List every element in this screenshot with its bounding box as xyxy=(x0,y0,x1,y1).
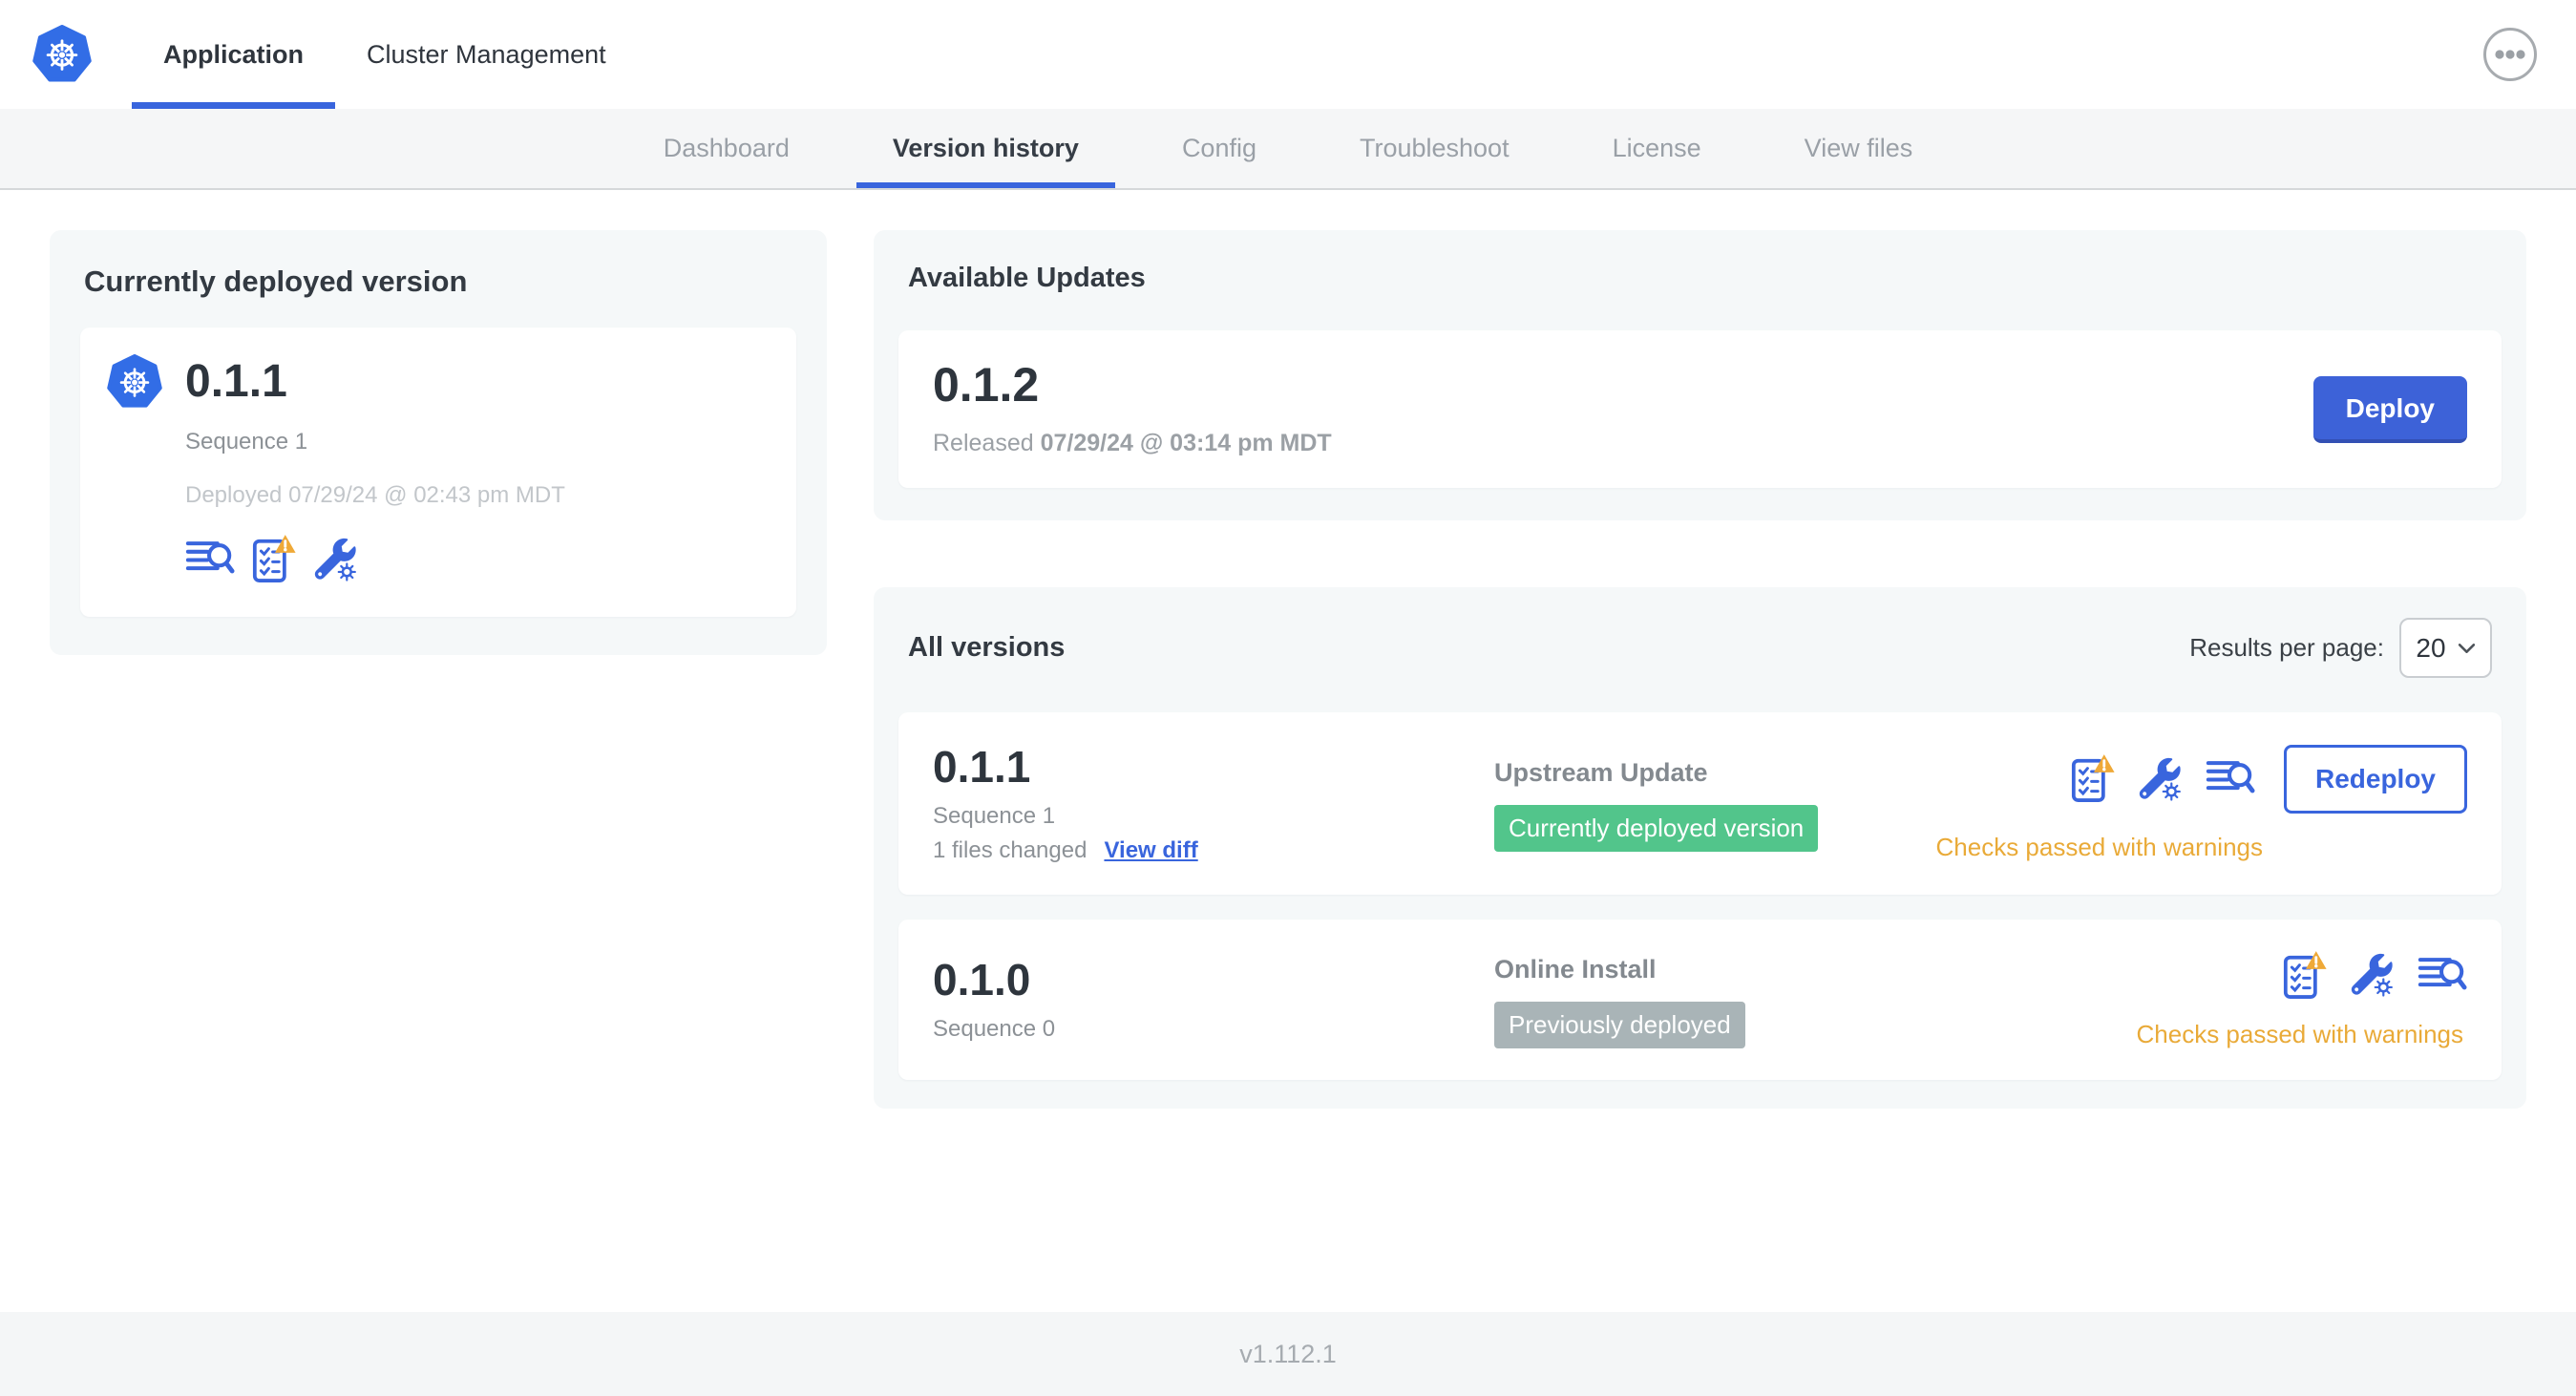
checks-status-text: Checks passed with warnings xyxy=(1935,832,2264,861)
preflight-checks-warning-icon xyxy=(252,534,297,584)
config-icon xyxy=(2139,757,2183,801)
version-actions-block: Checks passed with warnings xyxy=(2137,950,2468,1049)
preflight-checks-warning-icon xyxy=(2283,950,2328,1001)
subnav-item-view-files[interactable]: View files xyxy=(1768,109,1950,188)
version-row-0-1-1: 0.1.1 Sequence 1 1 files changed View di… xyxy=(898,712,2502,895)
kots-admin-console: Application Cluster Management Dashboard… xyxy=(0,0,2576,1396)
view-diff-link[interactable]: View diff xyxy=(1104,837,1197,864)
version-source-block: Online Install Previously deployed xyxy=(1494,951,2137,1048)
version-number: 0.1.0 xyxy=(933,955,1031,1005)
version-row-0-1-0: 0.1.0 Sequence 0 Online Install Previous… xyxy=(898,919,2502,1080)
right-column: Available Updates 0.1.2 Released 07/29/2… xyxy=(874,230,2526,1109)
config-icon-button[interactable] xyxy=(314,538,358,582)
status-badge: Currently deployed version xyxy=(1494,805,1819,853)
subnav-item-license[interactable]: License xyxy=(1576,109,1738,188)
version-source-block: Upstream Update Currently deployed versi… xyxy=(1494,754,1936,853)
released-date: 07/29/24 @ 03:14 pm MDT xyxy=(1040,430,1332,456)
version-number: 0.1.1 xyxy=(933,742,1031,792)
subnav-item-config[interactable]: Config xyxy=(1146,109,1293,188)
version-actions-block: Redeploy Checks passed with warnings xyxy=(1935,744,2467,862)
results-per-page: Results per page: 20 xyxy=(2189,618,2492,678)
overflow-menu-button[interactable] xyxy=(2482,27,2538,82)
update-released-line: Released 07/29/24 @ 03:14 pm MDT xyxy=(933,430,1332,457)
all-versions-title: All versions xyxy=(908,632,1066,663)
results-per-page-select[interactable]: 20 xyxy=(2399,618,2492,678)
version-sequence: Sequence 1 xyxy=(933,802,1056,829)
preflight-checks-warning-icon xyxy=(2071,753,2116,804)
chevron-down-icon xyxy=(2458,643,2476,654)
released-prefix: Released xyxy=(933,430,1034,456)
diff-icon xyxy=(185,539,235,580)
deployed-sequence: Sequence 1 xyxy=(185,429,308,455)
version-source: Online Install xyxy=(1494,954,1657,984)
all-versions-header: All versions Results per page: 20 xyxy=(908,618,2492,678)
deployed-version-panel: 0.1.1 Sequence 1 Deployed 07/29/24 @ 02:… xyxy=(80,328,796,617)
status-badge: Previously deployed xyxy=(1494,1001,1745,1048)
preflight-checks-icon-button[interactable] xyxy=(252,534,297,584)
deployed-version-actions xyxy=(185,534,770,584)
version-info: 0.1.0 Sequence 0 xyxy=(933,956,1494,1043)
config-icon xyxy=(2351,953,2395,997)
console-version: v1.112.1 xyxy=(1239,1339,1337,1368)
preflight-checks-icon-button[interactable] xyxy=(2283,950,2328,1001)
subnav-item-version-history[interactable]: Version history xyxy=(855,109,1115,188)
currently-deployed-title: Currently deployed version xyxy=(84,264,468,298)
footer: v1.112.1 xyxy=(0,1312,2576,1396)
version-source: Upstream Update xyxy=(1494,758,1708,788)
all-versions-card: All versions Results per page: 20 0.1.1 … xyxy=(874,587,2526,1109)
deploy-button[interactable]: Deploy xyxy=(2312,375,2467,443)
view-diff-icon-button[interactable] xyxy=(185,539,235,580)
kubernetes-app-icon xyxy=(107,354,162,410)
deployed-timestamp: Deployed 07/29/24 @ 02:43 pm MDT xyxy=(185,482,565,508)
deployed-version-number: 0.1.1 xyxy=(185,355,287,407)
results-per-page-label: Results per page: xyxy=(2189,633,2384,662)
config-icon-button[interactable] xyxy=(2351,953,2395,997)
available-updates-title: Available Updates xyxy=(908,263,1146,293)
view-diff-icon-button[interactable] xyxy=(2418,955,2467,996)
diff-icon xyxy=(2418,955,2467,996)
version-info: 0.1.1 Sequence 1 1 files changed View di… xyxy=(933,743,1494,864)
checks-status-text: Checks passed with warnings xyxy=(2136,1019,2464,1048)
kubernetes-logo-icon xyxy=(32,25,92,84)
subnav-item-troubleshoot[interactable]: Troubleshoot xyxy=(1323,109,1546,188)
redeploy-button[interactable]: Redeploy xyxy=(2283,744,2467,814)
preflight-checks-icon-button[interactable] xyxy=(2071,753,2116,804)
diff-icon xyxy=(2206,758,2255,799)
top-bar: Application Cluster Management xyxy=(0,0,2576,109)
ellipsis-icon xyxy=(2482,27,2538,82)
view-diff-icon-button[interactable] xyxy=(2206,758,2255,799)
config-icon-button[interactable] xyxy=(2139,757,2183,801)
update-version-number: 0.1.2 xyxy=(933,358,1040,412)
available-updates-card: Available Updates 0.1.2 Released 07/29/2… xyxy=(874,230,2526,520)
tab-cluster-management[interactable]: Cluster Management xyxy=(335,0,638,109)
tab-application[interactable]: Application xyxy=(132,0,335,109)
top-tabs: Application Cluster Management xyxy=(132,0,638,109)
update-info: 0.1.2 Released 07/29/24 @ 03:14 pm MDT xyxy=(933,361,1332,457)
main-content: Currently deployed version 0.1.1 Sequenc… xyxy=(0,190,2576,1312)
version-sequence: Sequence 0 xyxy=(933,1015,1056,1042)
config-icon xyxy=(314,538,358,582)
subnav-item-dashboard[interactable]: Dashboard xyxy=(627,109,826,188)
update-row: 0.1.2 Released 07/29/24 @ 03:14 pm MDT D… xyxy=(898,330,2502,488)
app-subnav: Dashboard Version history Config Trouble… xyxy=(0,109,2576,190)
results-per-page-value: 20 xyxy=(2416,632,2446,663)
files-changed-text: 1 files changed xyxy=(933,836,1087,863)
app-logo xyxy=(32,0,92,109)
currently-deployed-card: Currently deployed version 0.1.1 Sequenc… xyxy=(50,230,827,655)
